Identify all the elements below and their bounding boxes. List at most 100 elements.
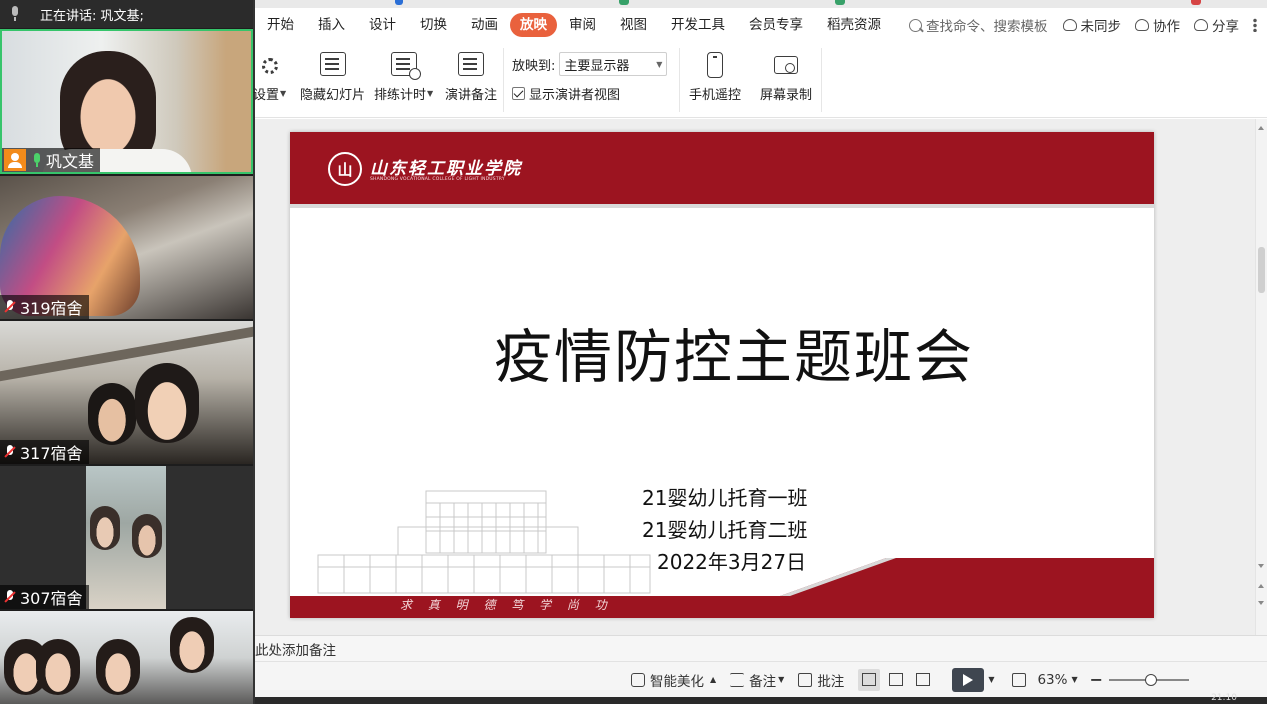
book-icon xyxy=(916,673,931,686)
vertical-scrollbar[interactable] xyxy=(1255,119,1267,635)
user-plus-icon xyxy=(1135,19,1149,31)
participant-tile[interactable] xyxy=(0,611,253,704)
zoom-out-button[interactable]: − xyxy=(1090,670,1103,689)
scroll-down-icon[interactable] xyxy=(1258,564,1264,568)
phone-remote-button[interactable]: 手机遥控 xyxy=(689,52,741,106)
zoom-level[interactable]: 63% xyxy=(1037,672,1067,688)
slide-sorter-view-button[interactable] xyxy=(885,669,907,691)
next-slide-icon[interactable] xyxy=(1258,601,1264,605)
phone-icon xyxy=(707,52,723,78)
slide-title[interactable]: 疫情防控主题班会 xyxy=(290,310,1154,394)
presenter-view-checkbox[interactable] xyxy=(512,87,525,100)
notes-icon xyxy=(458,52,484,76)
cube-icon xyxy=(631,672,645,687)
gear-icon xyxy=(261,58,278,74)
participant-tile[interactable]: 307宿舍 xyxy=(0,466,253,609)
microphone-muted-icon xyxy=(2,589,18,605)
microphone-active-icon xyxy=(30,152,44,168)
microphone-icon xyxy=(8,6,22,22)
speaker-notes-button[interactable]: 演讲备注 xyxy=(445,52,497,106)
rehearse-timing-button[interactable]: 排练计时 ▼ xyxy=(374,52,433,106)
presenter-view-toggle[interactable]: 显示演讲者视图 xyxy=(512,84,620,103)
reading-view-button[interactable] xyxy=(912,669,934,691)
comments-button[interactable]: 批注 xyxy=(798,670,844,690)
participant-tile[interactable]: 317宿舍 xyxy=(0,321,253,464)
sync-status-button[interactable]: 未同步 xyxy=(1062,15,1121,35)
grid-icon xyxy=(889,673,904,686)
timer-icon xyxy=(390,52,421,80)
notes-lines-icon xyxy=(730,672,745,687)
slideshow-options-dropdown[interactable]: ▼ xyxy=(988,675,994,684)
slide-canvas[interactable]: 山 山东轻工职业学院 SHANDONG VOCATIONAL COLLEGE O… xyxy=(290,132,1154,618)
host-badge-icon xyxy=(4,149,26,171)
document-tab-strip xyxy=(255,0,1267,8)
slide-editing-area: 山 山东轻工职业学院 SHANDONG VOCATIONAL COLLEGE O… xyxy=(255,119,1255,635)
hide-slide-icon xyxy=(319,52,346,76)
tab-transitions[interactable]: 切换 xyxy=(408,13,459,37)
tab-slideshow[interactable]: 放映 xyxy=(510,13,557,37)
smart-beautify-button[interactable]: 智能美化 ▲ xyxy=(631,670,716,690)
hide-slide-button[interactable]: 隐藏幻灯片 xyxy=(300,52,365,106)
participant-video xyxy=(135,363,199,443)
collaborate-button[interactable]: 协作 xyxy=(1135,15,1180,35)
school-name: 山东轻工职业学院 xyxy=(370,159,522,179)
tab-animations[interactable]: 动画 xyxy=(459,13,510,37)
participant-tile[interactable]: 巩文基 xyxy=(0,29,253,174)
menu-right-actions: 未同步 协作 分享 xyxy=(1062,8,1257,42)
start-slideshow-button[interactable] xyxy=(952,667,985,692)
presentation-app: 开始 插入 设计 切换 动画 放映 审阅 视图 开发工具 会员专享 稻壳资源 查… xyxy=(253,0,1267,704)
comment-icon xyxy=(798,672,813,687)
presenter-view-label: 显示演讲者视图 xyxy=(529,88,621,103)
screen-record-button[interactable]: 屏幕录制 xyxy=(760,52,812,106)
tab-member[interactable]: 会员专享 xyxy=(737,13,815,37)
taskbar-clock: 21:10 xyxy=(1211,693,1237,703)
zoom-slider-knob[interactable] xyxy=(1145,673,1158,686)
share-button[interactable]: 分享 xyxy=(1194,15,1239,35)
school-logo: 山 xyxy=(328,152,362,186)
slideshow-settings-button[interactable]: 设置 ▼ xyxy=(253,52,286,106)
more-options-icon[interactable] xyxy=(1253,18,1257,32)
tab-design[interactable]: 设计 xyxy=(357,13,408,37)
active-speaker-label: 正在讲话: 巩文基; xyxy=(40,8,144,24)
normal-view-button[interactable] xyxy=(858,668,881,691)
tab-view[interactable]: 视图 xyxy=(608,13,659,37)
ribbon-toolbar: 设置 ▼ 隐藏幻灯片 排练计时 ▼ 演讲备注 放映到: 主要显示器 ▼ 显示演讲者视… xyxy=(253,42,1267,118)
zoom-slider[interactable] xyxy=(1109,673,1190,686)
video-conference-panel: 正在讲话: 巩文基; 巩文基 319宿舍 317宿舍 307宿舍 xyxy=(0,0,255,704)
participant-name: 317宿舍 xyxy=(20,444,83,463)
scroll-up-icon[interactable] xyxy=(1258,126,1264,130)
speaker-notes-field[interactable]: 此处添加备注 xyxy=(255,635,1267,661)
search-icon xyxy=(909,18,922,32)
screen-record-icon xyxy=(774,56,798,74)
participant-name-tag: 巩文基 xyxy=(2,148,101,172)
participant-tile[interactable]: 319宿舍 xyxy=(0,176,253,319)
project-to-select[interactable]: 主要显示器 ▼ xyxy=(559,52,668,76)
microphone-muted-icon xyxy=(2,299,18,315)
project-to-label: 放映到: xyxy=(512,58,556,74)
tab-insert[interactable]: 插入 xyxy=(306,13,357,37)
school-motto: 求 真 明 德 笃 学 尚 功 xyxy=(400,598,613,612)
tab-review[interactable]: 审阅 xyxy=(557,13,608,37)
command-search-placeholder: 查找命令、搜索模板 xyxy=(926,19,1048,35)
chevron-down-icon: ▼ xyxy=(656,59,663,69)
command-search[interactable]: 查找命令、搜索模板 xyxy=(909,15,1048,35)
cloud-icon xyxy=(1062,19,1077,31)
participant-name-tag: 307宿舍 xyxy=(0,585,89,609)
tab-developer[interactable]: 开发工具 xyxy=(659,13,737,37)
class-line-1[interactable]: 21婴幼儿托育一班 xyxy=(642,482,942,511)
tab-home[interactable]: 开始 xyxy=(255,13,306,37)
participant-video xyxy=(86,466,166,609)
notes-toggle-button[interactable]: 备注 ▼ xyxy=(730,670,784,690)
previous-slide-icon[interactable] xyxy=(1258,584,1264,588)
fit-to-window-button[interactable] xyxy=(1012,672,1031,687)
project-to-control: 放映到: 主要显示器 ▼ xyxy=(512,52,668,76)
class-line-2[interactable]: 21婴幼儿托育二班 xyxy=(642,514,942,543)
school-name-english: SHANDONG VOCATIONAL COLLEGE OF LIGHT IND… xyxy=(370,177,505,182)
microphone-muted-icon xyxy=(2,444,18,460)
fit-window-icon xyxy=(1012,672,1027,687)
scrollbar-thumb[interactable] xyxy=(1258,247,1265,293)
participant-name-tag: 317宿舍 xyxy=(0,440,89,464)
tab-docer-resources[interactable]: 稻壳资源 xyxy=(815,13,893,37)
participant-name: 319宿舍 xyxy=(20,299,83,318)
play-icon xyxy=(963,673,974,686)
